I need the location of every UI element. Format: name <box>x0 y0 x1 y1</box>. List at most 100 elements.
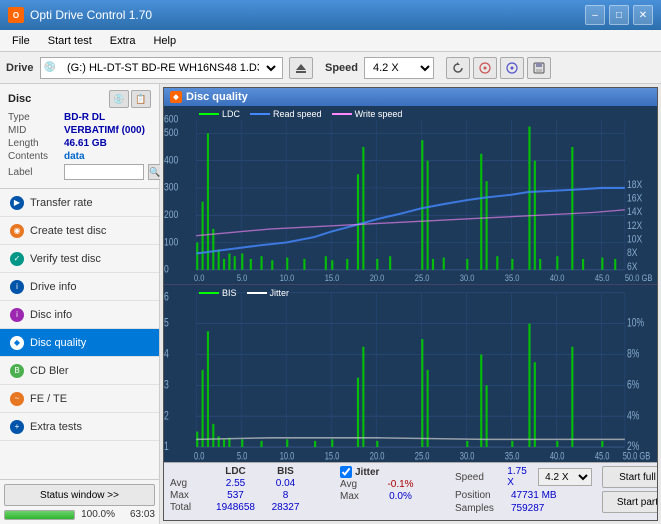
label-label: Label <box>8 167 60 178</box>
chart-top-legend: LDC Read speed Write speed <box>199 109 402 119</box>
nav-label-verify: Verify test disc <box>30 253 101 265</box>
menu-file[interactable]: File <box>4 33 38 49</box>
samples-label: Samples <box>455 503 507 514</box>
speed-stat-label: Speed <box>455 472 503 483</box>
speed-stat-select[interactable]: 4.2 X <box>538 468 592 486</box>
svg-text:6: 6 <box>164 289 169 303</box>
svg-text:45.0: 45.0 <box>595 272 610 283</box>
nav-label-cd-bler: CD Bler <box>30 365 69 377</box>
svg-text:1: 1 <box>164 439 169 453</box>
disc-info-icon: i <box>10 308 24 322</box>
bis-max: 8 <box>263 490 308 501</box>
legend-read-dot <box>250 113 270 115</box>
eject-button[interactable] <box>289 57 313 79</box>
nav-create-test-disc[interactable]: ◉ Create test disc <box>0 217 159 245</box>
svg-text:20.0: 20.0 <box>370 450 385 462</box>
svg-text:500: 500 <box>164 127 179 139</box>
maximize-button[interactable]: □ <box>609 5 629 25</box>
chart-bottom: BIS Jitter <box>164 285 657 463</box>
chart-bottom-legend: BIS Jitter <box>199 288 289 298</box>
speed-select[interactable]: 4.2 X 2.0 X 8.0 X <box>364 57 434 79</box>
sidebar: Disc 💿 📋 Type BD-R DL MID VERBATIMf (000… <box>0 84 160 524</box>
start-full-button[interactable]: Start full <box>602 466 658 488</box>
svg-text:50.0 GB: 50.0 GB <box>625 272 653 283</box>
jitter-header: Jitter <box>355 467 379 478</box>
save-button[interactable] <box>527 57 551 79</box>
disc-quality-panel: ◆ Disc quality LDC Read speed <box>163 87 658 521</box>
disc-panel: Disc 💿 📋 Type BD-R DL MID VERBATIMf (000… <box>0 84 159 189</box>
legend-jitter: Jitter <box>247 288 290 298</box>
jitter-avg-label: Avg <box>340 479 378 490</box>
legend-ldc-dot <box>199 113 219 115</box>
svg-text:25.0: 25.0 <box>415 272 430 283</box>
chart-top: LDC Read speed Write speed <box>164 106 657 285</box>
menu-start-test[interactable]: Start test <box>40 33 100 49</box>
svg-text:0: 0 <box>164 264 169 276</box>
mid-value: VERBATIMf (000) <box>64 125 145 136</box>
nav-disc-quality[interactable]: ◆ Disc quality <box>0 329 159 357</box>
svg-text:2: 2 <box>164 408 169 422</box>
disc-icon-btn-2[interactable]: 📋 <box>131 90 151 108</box>
disc-label-input[interactable] <box>64 164 144 180</box>
close-button[interactable]: ✕ <box>633 5 653 25</box>
disc-icon-btn-1[interactable]: 💿 <box>109 90 129 108</box>
ldc-max: 537 <box>208 490 263 501</box>
svg-text:10.0: 10.0 <box>280 272 295 283</box>
legend-bis-label: BIS <box>222 288 237 298</box>
elapsed-time: 63:03 <box>119 509 155 520</box>
legend-read-speed: Read speed <box>250 109 322 119</box>
nav-label-disc-quality: Disc quality <box>30 337 86 349</box>
jitter-checkbox[interactable] <box>340 466 352 478</box>
svg-text:100: 100 <box>164 236 179 248</box>
samples-val: 759287 <box>511 503 544 514</box>
minimize-button[interactable]: – <box>585 5 605 25</box>
legend-jitter-dot <box>247 292 267 294</box>
nav-label-create: Create test disc <box>30 225 106 237</box>
ldc-header: LDC <box>208 466 263 477</box>
drive-bar: Drive 💿 (G:) HL-DT-ST BD-RE WH16NS48 1.D… <box>0 52 661 84</box>
nav-transfer-rate[interactable]: ▶ Transfer rate <box>0 189 159 217</box>
svg-text:3: 3 <box>164 377 169 391</box>
write-button[interactable] <box>500 57 524 79</box>
svg-text:25.0: 25.0 <box>415 450 430 462</box>
svg-text:300: 300 <box>164 182 179 194</box>
nav-drive-info[interactable]: i Drive info <box>0 273 159 301</box>
drive-select[interactable]: (G:) HL-DT-ST BD-RE WH16NS48 1.D3 <box>59 57 279 79</box>
jitter-stats: Jitter Avg -0.1% Max 0.0% <box>340 466 423 517</box>
svg-text:600: 600 <box>164 113 179 125</box>
svg-text:0.0: 0.0 <box>194 272 205 283</box>
legend-jitter-label: Jitter <box>270 288 290 298</box>
refresh-button[interactable] <box>446 57 470 79</box>
svg-text:16X: 16X <box>627 193 643 205</box>
svg-text:50.0 GB: 50.0 GB <box>623 450 651 462</box>
dq-title-bar: ◆ Disc quality <box>164 88 657 106</box>
status-window-button[interactable]: Status window >> <box>4 484 155 506</box>
svg-text:4%: 4% <box>627 408 640 422</box>
status-bar: Status window >> 100.0% 63:03 <box>0 479 159 524</box>
nav-label-fe-te: FE / TE <box>30 393 67 405</box>
svg-text:8X: 8X <box>627 247 638 259</box>
jitter-max-label: Max <box>340 491 378 502</box>
extra-tests-icon: + <box>10 420 24 434</box>
app-icon: O <box>8 7 24 23</box>
start-part-button[interactable]: Start part <box>602 491 658 513</box>
menu-extra[interactable]: Extra <box>102 33 144 49</box>
svg-text:15.0: 15.0 <box>325 450 340 462</box>
position-val: 47731 MB <box>511 490 557 501</box>
disc-read-button[interactable] <box>473 57 497 79</box>
progress-bar-wrap <box>4 510 75 520</box>
speed-stat-val: 1.75 X <box>507 466 534 488</box>
nav-fe-te[interactable]: ~ FE / TE <box>0 385 159 413</box>
speed-label: Speed <box>325 62 358 74</box>
nav-extra-tests[interactable]: + Extra tests <box>0 413 159 441</box>
speed-pos-stats: Speed 1.75 X 4.2 X Position 47731 MB Sam… <box>455 466 592 514</box>
dq-panel-icon: ◆ <box>170 91 182 103</box>
svg-text:18X: 18X <box>627 179 643 191</box>
menu-help[interactable]: Help <box>145 33 184 49</box>
nav-disc-info[interactable]: i Disc info <box>0 301 159 329</box>
nav-cd-bler[interactable]: B CD Bler <box>0 357 159 385</box>
legend-ldc: LDC <box>199 109 240 119</box>
svg-text:30.0: 30.0 <box>460 450 475 462</box>
nav-verify-test-disc[interactable]: ✓ Verify test disc <box>0 245 159 273</box>
legend-ldc-label: LDC <box>222 109 240 119</box>
